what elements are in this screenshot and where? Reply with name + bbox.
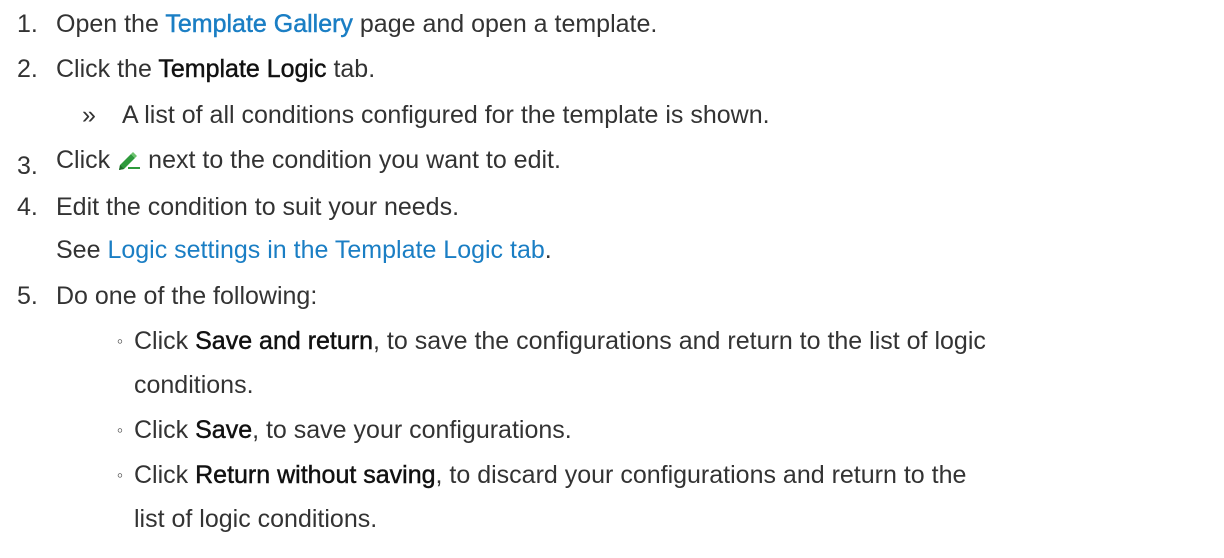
step-number: 2. [17, 55, 38, 83]
option-text: Click Save and return, to save the confi… [134, 323, 986, 359]
option-text: Click Save, to save your configurations. [134, 412, 572, 448]
step-number: 4. [17, 193, 38, 221]
step-text: Click the Template Logic tab. [56, 51, 375, 87]
see-also-text: See Logic settings in the Template Logic… [56, 232, 552, 268]
logic-settings-link[interactable]: Logic settings in the Template Logic tab [107, 236, 544, 264]
option-suffix: , to save the configurations and return … [373, 327, 986, 355]
step-number: 1. [17, 10, 38, 38]
step-number: 3. [17, 152, 38, 180]
ui-term: Template Logic [158, 55, 327, 83]
option-prefix: Click [134, 416, 196, 444]
bullet-marker: ◦ [116, 420, 124, 440]
step-text-suffix: page and open a template. [352, 10, 658, 38]
option-save-and-return: ◦ Click Save and return, to save the con… [0, 323, 1224, 359]
option-prefix: Click [134, 461, 196, 489]
step-text-prefix: Click the [56, 55, 159, 83]
procedure-document: 1. Open the Template Gallery page and op… [0, 0, 1224, 558]
option-prefix: Click [134, 327, 196, 355]
save-and-return-term: Save and return [195, 327, 374, 355]
option-text-continued: conditions. [134, 371, 254, 399]
step-3: 3. Click next to the condition you want … [0, 142, 1224, 180]
save-term: Save [195, 416, 253, 444]
result-marker: » [82, 101, 96, 129]
result-text: A list of all conditions configured for … [122, 101, 770, 129]
step-text-prefix: Click [56, 146, 111, 174]
bullet-marker: ◦ [116, 331, 124, 351]
step-text: Click next to the condition you want to … [56, 142, 561, 178]
edit-pencil-icon[interactable] [116, 145, 142, 170]
step-text: Edit the condition to suit your needs. [56, 193, 460, 221]
template-gallery-link[interactable]: Template Gallery [165, 10, 353, 38]
step-2-result: » A list of all conditions configured fo… [0, 97, 1224, 133]
return-without-saving-term: Return without saving [195, 461, 436, 489]
bullet-marker: ◦ [116, 465, 124, 485]
option-suffix: , to discard your configurations and ret… [435, 461, 967, 489]
step-number: 5. [17, 282, 38, 310]
see-prefix: See [56, 236, 108, 264]
option-suffix: , to save your configurations. [252, 416, 572, 444]
step-text-suffix: tab. [326, 55, 376, 83]
step-text: Do one of the following: [56, 282, 318, 310]
option-text: Click Return without saving, to discard … [134, 457, 966, 493]
option-text-continued: list of logic conditions. [134, 505, 378, 533]
step-text-prefix: Open the [56, 10, 166, 38]
step-text: Open the Template Gallery page and open … [56, 6, 657, 42]
step-text-suffix: next to the condition you want to edit. [148, 146, 561, 174]
see-suffix: . [544, 236, 552, 264]
